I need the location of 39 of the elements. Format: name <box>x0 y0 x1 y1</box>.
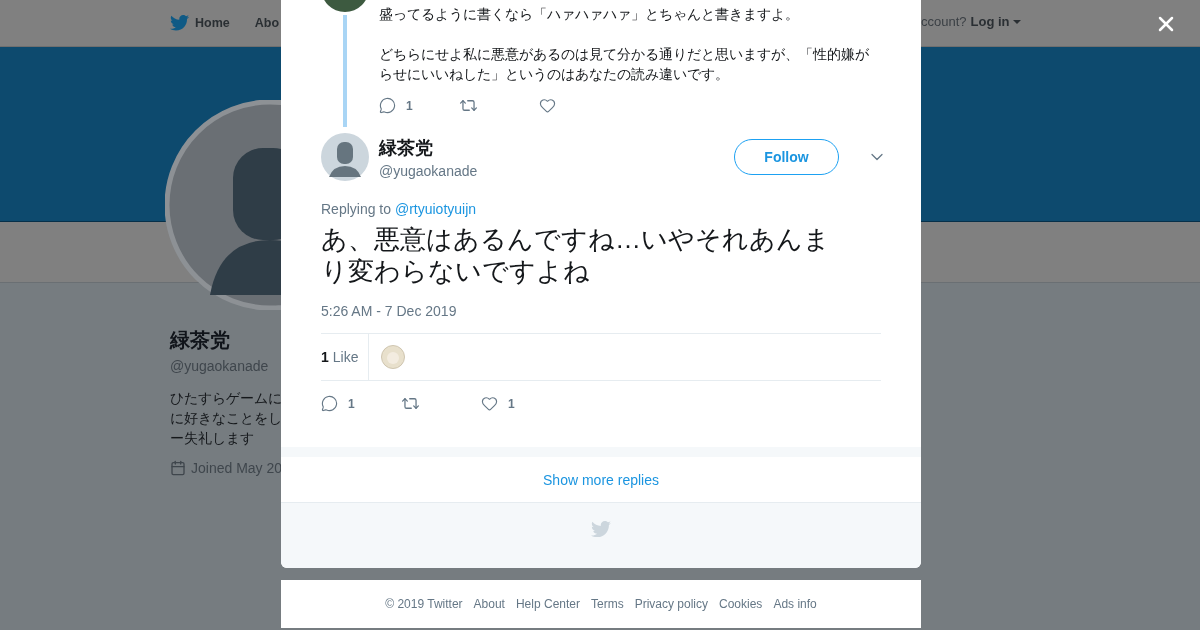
footer-link[interactable]: About <box>473 597 505 611</box>
bird-icon <box>591 521 611 538</box>
like-icon <box>539 97 556 114</box>
profile-bio-line: ひたすらゲームに <box>170 389 282 408</box>
footer-link[interactable]: Help Center <box>515 597 580 611</box>
login-link[interactable]: Log in <box>970 14 1021 29</box>
footer-link[interactable]: © 2019 Twitter <box>385 597 463 611</box>
user-avatar <box>321 133 369 181</box>
replying-to: Replying to @rtyuiotyuijn <box>321 201 478 217</box>
reply-button[interactable]: 1 <box>321 395 401 412</box>
reply-icon <box>321 395 338 412</box>
tweet-text: あ、悪意はあるんですね…いやそれあんまり変わらないですよね <box>321 223 831 287</box>
tweet-text: 盛ってるように書くなら「ハァハァハァ」とちゃんと書きますよ。 <box>379 5 800 24</box>
user-handle: @yugaokanade <box>379 162 479 179</box>
profile-bio-line: ー失礼します <box>170 429 254 448</box>
reply-icon <box>379 97 396 114</box>
nav-link[interactable]: Home <box>170 15 230 31</box>
follow-button[interactable]: Follow <box>734 139 839 175</box>
footer-link[interactable]: Terms <box>591 597 624 611</box>
account-prompt: ccount? <box>921 14 967 29</box>
tweet-text: どちらにせよ私に悪意があるのは見て分かる通りだと思いますが、「性的嫌がらせにいいねした」というのはあなたの読み違いです。 <box>379 45 870 84</box>
profile-name: 緑茶党 <box>170 328 230 353</box>
tweet-timestamp: 5:26 AM - 7 Dec 2019 <box>321 303 458 319</box>
bird-icon <box>170 15 189 31</box>
footer-link[interactable]: Ads info <box>773 597 817 611</box>
like-icon <box>481 395 498 412</box>
liker-avatar[interactable] <box>381 345 406 369</box>
footer-link[interactable]: Cookies <box>719 597 763 611</box>
footer-link[interactable]: Privacy policy <box>634 597 708 611</box>
user-name: 緑茶党 <box>379 136 434 160</box>
profile-handle: @yugaokanade <box>170 358 269 374</box>
caret-icon <box>1012 19 1021 24</box>
calendar-icon <box>170 460 186 476</box>
likes-count-link[interactable]: 1 Like <box>321 334 370 380</box>
profile-bio-line: に好きなことをし <box>170 409 282 428</box>
like-button[interactable]: 1 <box>481 395 561 412</box>
nav-link[interactable]: Abo <box>254 16 280 30</box>
mention-link[interactable]: @rtyuiotyuijn <box>394 201 477 217</box>
reply-button[interactable]: 1 <box>379 97 459 114</box>
